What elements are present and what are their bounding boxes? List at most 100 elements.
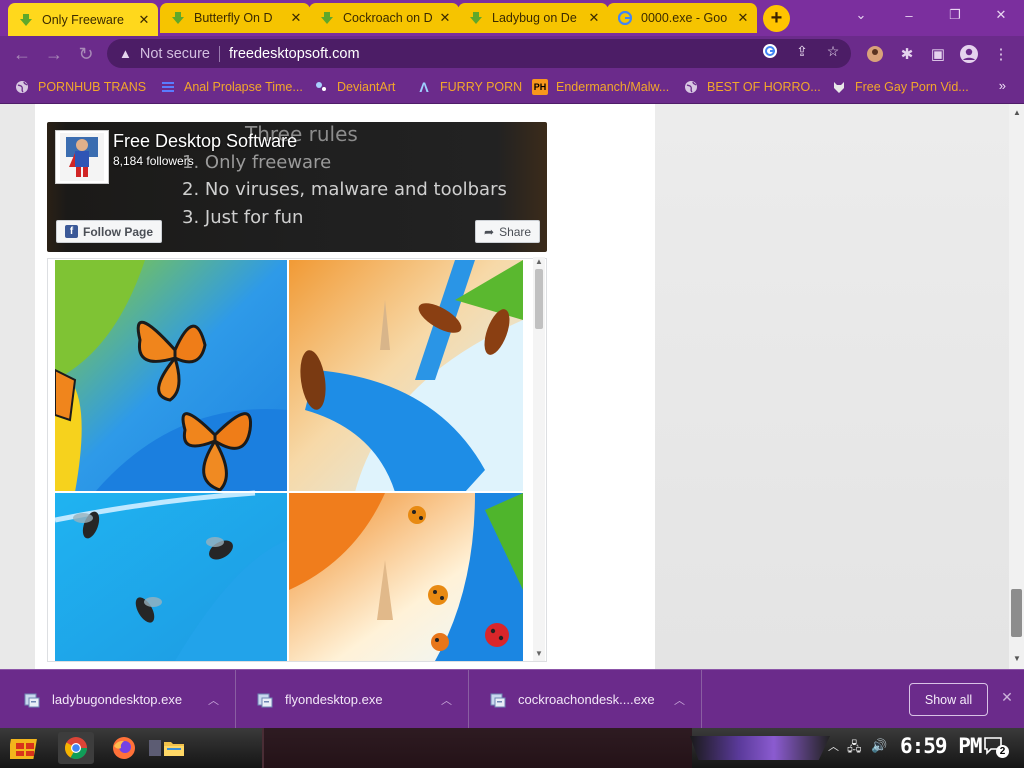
scroll-up-arrow-icon[interactable]: ▲ <box>535 257 543 266</box>
chevron-up-icon[interactable]: ︿ <box>208 692 219 708</box>
taskbar-pinned[interactable] <box>148 732 162 764</box>
exe-file-icon <box>24 693 40 707</box>
tab-close-icon[interactable]: ✕ <box>136 12 152 28</box>
scroll-up-arrow-icon[interactable]: ▲ <box>1013 108 1021 117</box>
bookmark-deviantart[interactable]: DeviantArt <box>313 77 395 97</box>
tab-close-icon[interactable]: ✕ <box>586 10 602 26</box>
bookmark-pornhub-trans[interactable]: PORNHUB TRANS <box>14 77 146 97</box>
tab-butterfly[interactable]: Butterfly On D ✕ <box>160 3 310 33</box>
tab-title: Only Freeware <box>42 12 124 27</box>
address-bar[interactable]: ▲ Not secure freedesktopsoft.com <box>107 39 851 68</box>
page-margin <box>0 104 35 669</box>
wolf-icon <box>831 79 847 95</box>
tab-search-icon[interactable]: ⌄ <box>838 0 884 30</box>
tab-google-search[interactable]: 0000.exe - Goo ✕ <box>607 3 757 33</box>
back-button[interactable]: ← <box>9 41 35 67</box>
restore-button[interactable]: ❐ <box>932 0 978 30</box>
bookmark-label: FURRY PORN <box>440 80 523 94</box>
download-arrow-icon <box>18 12 34 28</box>
globe-icon <box>14 79 30 95</box>
follower-count: 8,184 followers <box>113 154 194 168</box>
network-icon[interactable]: 🖧 <box>847 738 862 760</box>
show-all-downloads-button[interactable]: Show all <box>909 683 988 716</box>
security-label[interactable]: Not secure <box>140 46 210 62</box>
tab-close-icon[interactable]: ✕ <box>735 10 751 26</box>
chrome-icon <box>65 737 87 759</box>
tab-cockroach[interactable]: Cockroach on D ✕ <box>309 3 459 33</box>
bookmark-free-gay-porn[interactable]: Free Gay Porn Vid... <box>831 77 969 97</box>
url-text[interactable]: freedesktopsoft.com <box>229 46 360 62</box>
volume-icon[interactable]: 🔊 <box>871 738 887 754</box>
bookmark-anal-prolapse[interactable]: Anal Prolapse Time... <box>160 77 303 97</box>
ladybug-icon <box>428 585 448 605</box>
warning-icon[interactable]: ▲ <box>119 46 132 61</box>
facebook-page-cover[interactable]: Three rules 1. Only freeware 2. No virus… <box>47 122 547 252</box>
app-icon <box>149 740 161 756</box>
scrollbar-thumb[interactable] <box>535 269 543 329</box>
close-download-shelf-button[interactable]: ✕ <box>998 688 1016 706</box>
download-arrow-icon <box>319 10 335 26</box>
download-arrow-icon <box>170 10 186 26</box>
taskbar-empty-area[interactable] <box>262 728 692 768</box>
tab-title: Ladybug on De <box>492 11 577 25</box>
post-scrollbar[interactable]: ▲ ▼ <box>533 257 545 661</box>
minimize-button[interactable]: – <box>886 0 932 30</box>
taskbar-clock[interactable]: 6:59 PM <box>900 734 983 758</box>
post-image[interactable] <box>55 260 523 661</box>
bookmarks-overflow-button[interactable]: » <box>999 78 1006 93</box>
close-window-button[interactable]: ✕ <box>978 0 1024 30</box>
share-icon[interactable]: ⇪ <box>792 41 812 61</box>
follow-page-button[interactable]: f Follow Page <box>56 220 163 243</box>
start-button[interactable] <box>6 732 44 764</box>
extension-avatar-icon[interactable] <box>864 43 886 65</box>
download-filename: ladybugondesktop.exe <box>52 692 183 707</box>
tab-close-icon[interactable]: ✕ <box>437 10 453 26</box>
scroll-down-arrow-icon[interactable]: ▼ <box>1013 654 1021 663</box>
bookmark-star-icon[interactable]: ☆ <box>823 41 843 61</box>
bookmark-best-of-horror[interactable]: BEST OF HORRO... <box>683 77 821 97</box>
exe-file-icon <box>257 693 273 707</box>
scrollbar-thumb[interactable] <box>1011 589 1022 637</box>
tab-close-icon[interactable]: ✕ <box>288 10 304 26</box>
taskbar-firefox[interactable] <box>106 732 142 764</box>
tray-overflow-chevron-icon[interactable]: ︿ <box>828 738 839 754</box>
divider <box>219 45 220 62</box>
ladybug-icon <box>408 506 426 524</box>
reload-button[interactable]: ↻ <box>73 41 99 67</box>
bookmark-furry[interactable]: Λ FURRY PORN <box>416 77 522 97</box>
bookmark-endermanch[interactable]: PH Endermanch/Malw... <box>532 77 669 97</box>
cover-rule: 2. No viruses, malware and toolbars <box>182 179 507 200</box>
forward-button[interactable]: → <box>41 41 67 67</box>
download-item[interactable]: flyondesktop.exe ︿ <box>237 670 469 729</box>
extensions-puzzle-icon[interactable]: ✱ <box>896 43 918 65</box>
ph-icon: PH <box>532 79 548 95</box>
page-name[interactable]: Free Desktop Software <box>113 131 297 152</box>
download-item[interactable]: ladybugondesktop.exe ︿ <box>4 670 236 729</box>
start-orb-icon <box>10 739 37 759</box>
share-button[interactable]: ➦ Share <box>475 220 541 243</box>
tab-title: 0000.exe - Goo <box>641 11 728 25</box>
superhero-avatar-icon <box>60 133 104 181</box>
new-tab-button[interactable]: + <box>763 5 790 32</box>
notification-center-button[interactable]: 2 <box>983 736 1009 760</box>
tab-title: Butterfly On D <box>194 11 273 25</box>
profile-icon[interactable] <box>958 43 980 65</box>
tab-only-freeware[interactable]: Only Freeware ✕ <box>8 3 158 36</box>
taskbar-explorer[interactable] <box>161 732 187 764</box>
chevron-up-icon[interactable]: ︿ <box>441 692 452 708</box>
page-scrollbar[interactable]: ▲ ▼ <box>1009 104 1024 669</box>
cover-rule: 3. Just for fun <box>182 207 304 228</box>
tab-strip: Only Freeware ✕ Butterfly On D ✕ Cockroa… <box>0 0 1024 36</box>
chevron-up-icon[interactable]: ︿ <box>674 692 685 708</box>
menu-kebab-icon[interactable]: ⋮ <box>990 43 1012 65</box>
side-panel-icon[interactable]: ▣ <box>927 43 949 65</box>
bookmark-label: Free Gay Porn Vid... <box>855 80 969 94</box>
page-avatar[interactable] <box>55 130 109 184</box>
tab-ladybug[interactable]: Ladybug on De ✕ <box>458 3 608 33</box>
windows-taskbar: ︿ 🖧 🔊 6:59 PM 2 <box>0 728 1024 768</box>
google-lens-icon[interactable] <box>760 41 780 61</box>
taskbar-chrome[interactable] <box>58 732 94 764</box>
download-item[interactable]: cockroachondesk....exe ︿ <box>470 670 702 729</box>
scroll-down-arrow-icon[interactable]: ▼ <box>535 649 543 658</box>
notification-count: 2 <box>996 745 1009 758</box>
